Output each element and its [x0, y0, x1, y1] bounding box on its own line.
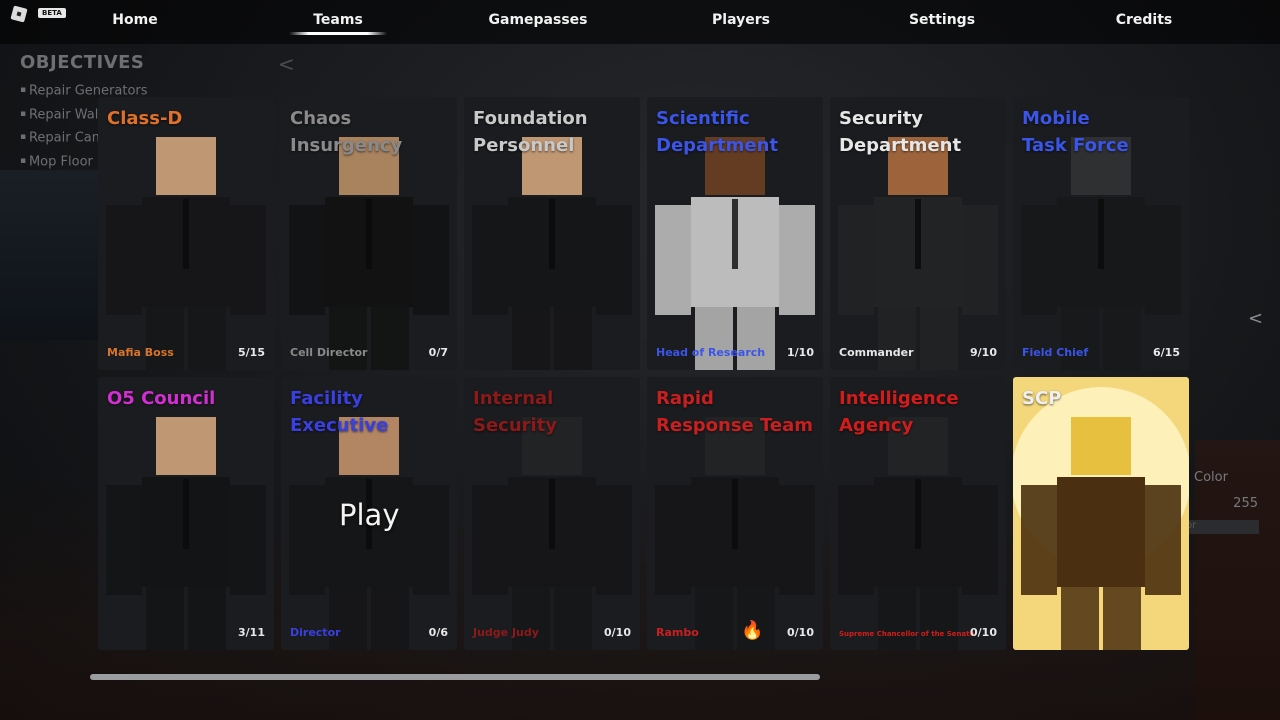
team-count: 5/15 [238, 346, 265, 359]
wall-panel [0, 170, 102, 340]
nav-gamepasses[interactable]: Gamepasses [489, 12, 588, 28]
team-name: Facility Executive [290, 388, 389, 436]
team-card[interactable]: Intelligence Agency Supreme Chancellor of… [830, 377, 1006, 650]
team-role: Director [290, 626, 341, 639]
team-name: Internal Security [473, 388, 558, 436]
team-avatar [1013, 377, 1189, 650]
team-count: 3/11 [238, 626, 265, 639]
team-name: Security Department [839, 108, 962, 156]
flame-icon: 🔥 [741, 620, 764, 641]
objectives-title: OBJECTIVES [20, 52, 145, 73]
team-card[interactable]: O5 Council 3/11 [98, 377, 274, 650]
team-name: Rapid Response Team [656, 388, 814, 436]
team-role: Field Chief [1022, 346, 1089, 359]
horizontal-scrollbar[interactable] [90, 674, 820, 680]
team-role: Mafia Boss [107, 346, 174, 359]
nav-teams[interactable]: Teams [313, 12, 363, 28]
team-name: Intelligence Agency [839, 388, 959, 436]
team-role: Judge Judy [473, 626, 539, 639]
team-count: 6/15 [1153, 346, 1180, 359]
team-role: Supreme Chancellor of the Senate [839, 630, 975, 638]
team-count: 9/10 [970, 346, 997, 359]
chevron-left-icon[interactable]: < [1248, 308, 1263, 329]
team-card[interactable]: Rapid Response Team Rambo 0/10 🔥 [647, 377, 823, 650]
team-name: Mobile Task Force [1022, 108, 1129, 156]
team-card[interactable]: Foundation Personnel [464, 97, 640, 370]
color-value: 255 [1233, 496, 1258, 511]
team-avatar [98, 377, 274, 650]
team-grid: Class-D Mafia Boss 5/15 Chaos Insurgency Cel… [98, 97, 1190, 651]
nav-players[interactable]: Players [712, 12, 770, 28]
roblox-logo-icon[interactable] [10, 5, 28, 23]
color-label: Color [1194, 470, 1228, 485]
team-card[interactable]: Mobile Task Force Field Chief 6/15 [1013, 97, 1189, 370]
scrollbar-thumb[interactable] [90, 674, 820, 680]
team-role: Cell Director [290, 346, 368, 359]
team-avatar [98, 97, 274, 370]
beta-badge: BETA [38, 8, 66, 18]
team-card[interactable]: Security Department Commander 9/10 [830, 97, 1006, 370]
team-card[interactable]: Chaos Insurgency Cell Director 0/7 [281, 97, 457, 370]
team-role: Head of Research [656, 346, 766, 359]
active-tab-indicator [289, 32, 387, 35]
color-widget: Color 255 or [1184, 468, 1280, 538]
team-count: 0/7 [428, 346, 448, 359]
team-name: O5 Council [107, 388, 216, 409]
team-card[interactable]: Internal Security Judge Judy 0/10 [464, 377, 640, 650]
team-name: Class-D [107, 108, 183, 129]
team-card[interactable]: Scientific Department Head of Research 1/1… [647, 97, 823, 370]
chevron-left-icon[interactable]: < [278, 52, 295, 76]
top-nav: BETA Home Teams Gamepasses Players Setti… [0, 0, 1280, 44]
team-name: Foundation Personnel [473, 108, 588, 156]
team-card[interactable]: SCP [1013, 377, 1189, 650]
team-count: 0/10 [787, 626, 814, 639]
team-count: 0/10 [970, 626, 997, 639]
nav-credits[interactable]: Credits [1116, 12, 1173, 28]
nav-settings[interactable]: Settings [909, 12, 975, 28]
team-name: SCP [1022, 388, 1062, 409]
color-bar: or [1184, 520, 1259, 534]
team-role: Commander [839, 346, 914, 359]
team-name: Scientific Department [656, 108, 779, 156]
team-role: Rambo [656, 626, 699, 639]
nav-home[interactable]: Home [112, 12, 157, 28]
team-count: 0/6 [428, 626, 448, 639]
play-label[interactable]: Play [339, 498, 399, 532]
team-name: Chaos Insurgency [290, 108, 403, 156]
team-count: 0/10 [604, 626, 631, 639]
team-count: 1/10 [787, 346, 814, 359]
team-card[interactable]: Class-D Mafia Boss 5/15 [98, 97, 274, 370]
